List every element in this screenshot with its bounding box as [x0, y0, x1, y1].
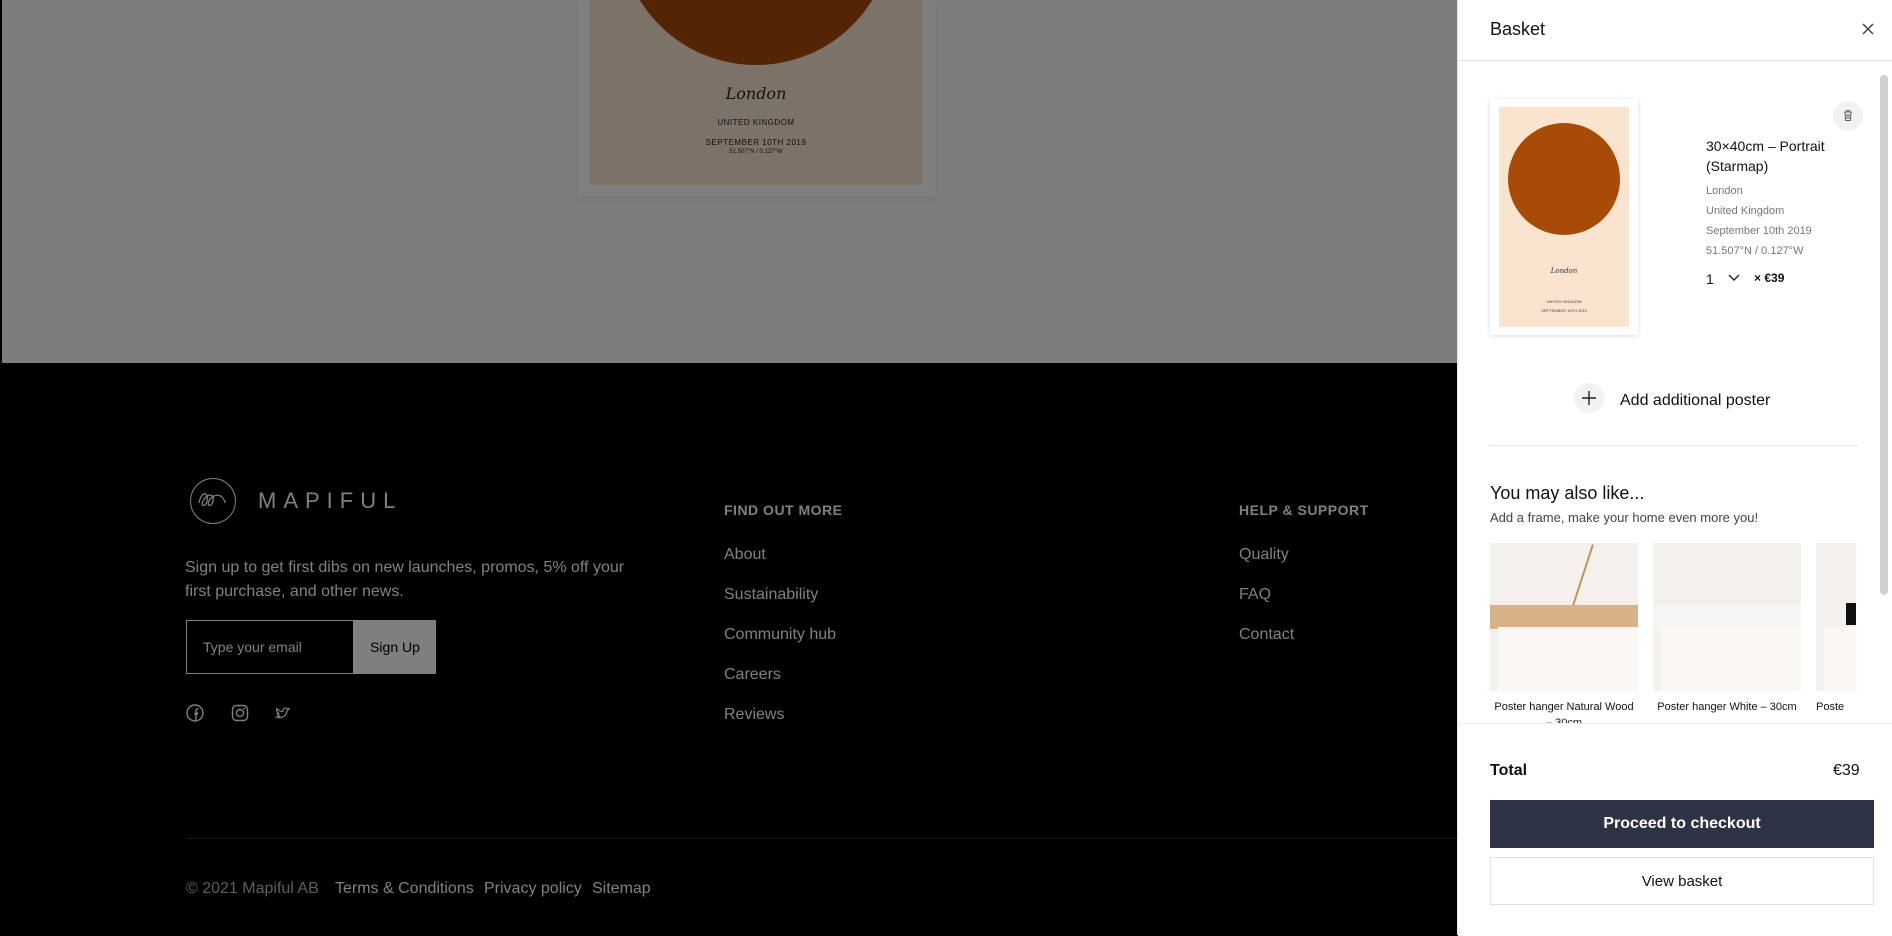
- chevron-down-icon[interactable]: [1726, 269, 1742, 285]
- basket-divider: [1490, 445, 1858, 446]
- basket-summary: Total €39 Proceed to checkout View baske…: [1458, 723, 1892, 936]
- basket-drawer: Basket London UNITED KINGDOM SEPTEMBER 1…: [1457, 0, 1892, 936]
- item-detail-country: United Kingdom: [1706, 205, 1785, 217]
- item-title: 30×40cm – Portrait (Starmap): [1706, 138, 1825, 174]
- total-label: Total: [1490, 762, 1528, 779]
- thumb-city: London: [1550, 267, 1578, 275]
- close-icon: [1862, 22, 1874, 35]
- recommendation-name: Poster hanger White – 30cm: [1657, 701, 1797, 713]
- basket-item-thumbnail: London UNITED KINGDOM SEPTEMBER 10TH 201…: [1490, 99, 1638, 335]
- drawer-scrollbar[interactable]: [1880, 75, 1888, 595]
- item-detail-city: London: [1706, 185, 1743, 197]
- recommendation-card[interactable]: Poste: [1816, 543, 1856, 715]
- recommendations-title: You may also like...: [1490, 483, 1645, 503]
- item-price: × €39: [1754, 271, 1785, 285]
- thumb-starmap-circle: [1508, 123, 1620, 235]
- trash-icon: [1844, 109, 1852, 121]
- quantity-select[interactable]: 1: [1706, 271, 1714, 287]
- recommendations-subtitle: Add a frame, make your home even more yo…: [1490, 510, 1759, 525]
- thumb-date: SEPTEMBER 10TH 2019: [1541, 308, 1587, 313]
- basket-title: Basket: [1490, 19, 1546, 39]
- total-value: €39: [1833, 762, 1860, 779]
- recommendation-card[interactable]: Poster hanger Natural Wood – 30cm: [1490, 543, 1638, 723]
- close-button[interactable]: [1852, 14, 1884, 46]
- recommendation-name: Poste: [1816, 701, 1845, 713]
- recommendation-card[interactable]: Poster hanger White – 30cm: [1653, 543, 1801, 715]
- item-detail-coords: 51.507°N / 0.127°W: [1706, 245, 1804, 257]
- recommendation-image: [1816, 543, 1856, 691]
- modal-overlay[interactable]: [0, 0, 1457, 935]
- recommendation-image: [1653, 543, 1801, 691]
- add-poster-label: Add additional poster: [1620, 392, 1771, 409]
- page: London UNITED KINGDOM SEPTEMBER 10TH 201…: [0, 0, 1892, 936]
- plus-icon: [1574, 383, 1604, 413]
- checkout-button[interactable]: Proceed to checkout: [1490, 800, 1874, 848]
- basket-content[interactable]: London UNITED KINGDOM SEPTEMBER 10TH 201…: [1458, 61, 1892, 723]
- recommendation-image: [1490, 543, 1638, 691]
- thumb-country: UNITED KINGDOM: [1546, 299, 1582, 304]
- remove-item-button[interactable]: [1833, 101, 1863, 131]
- item-detail-date: September 10th 2019: [1706, 225, 1812, 237]
- view-basket-button[interactable]: View basket: [1490, 857, 1874, 905]
- recommendation-name: Poster hanger Natural Wood – 30cm: [1494, 701, 1634, 723]
- basket-header: Basket: [1458, 0, 1892, 61]
